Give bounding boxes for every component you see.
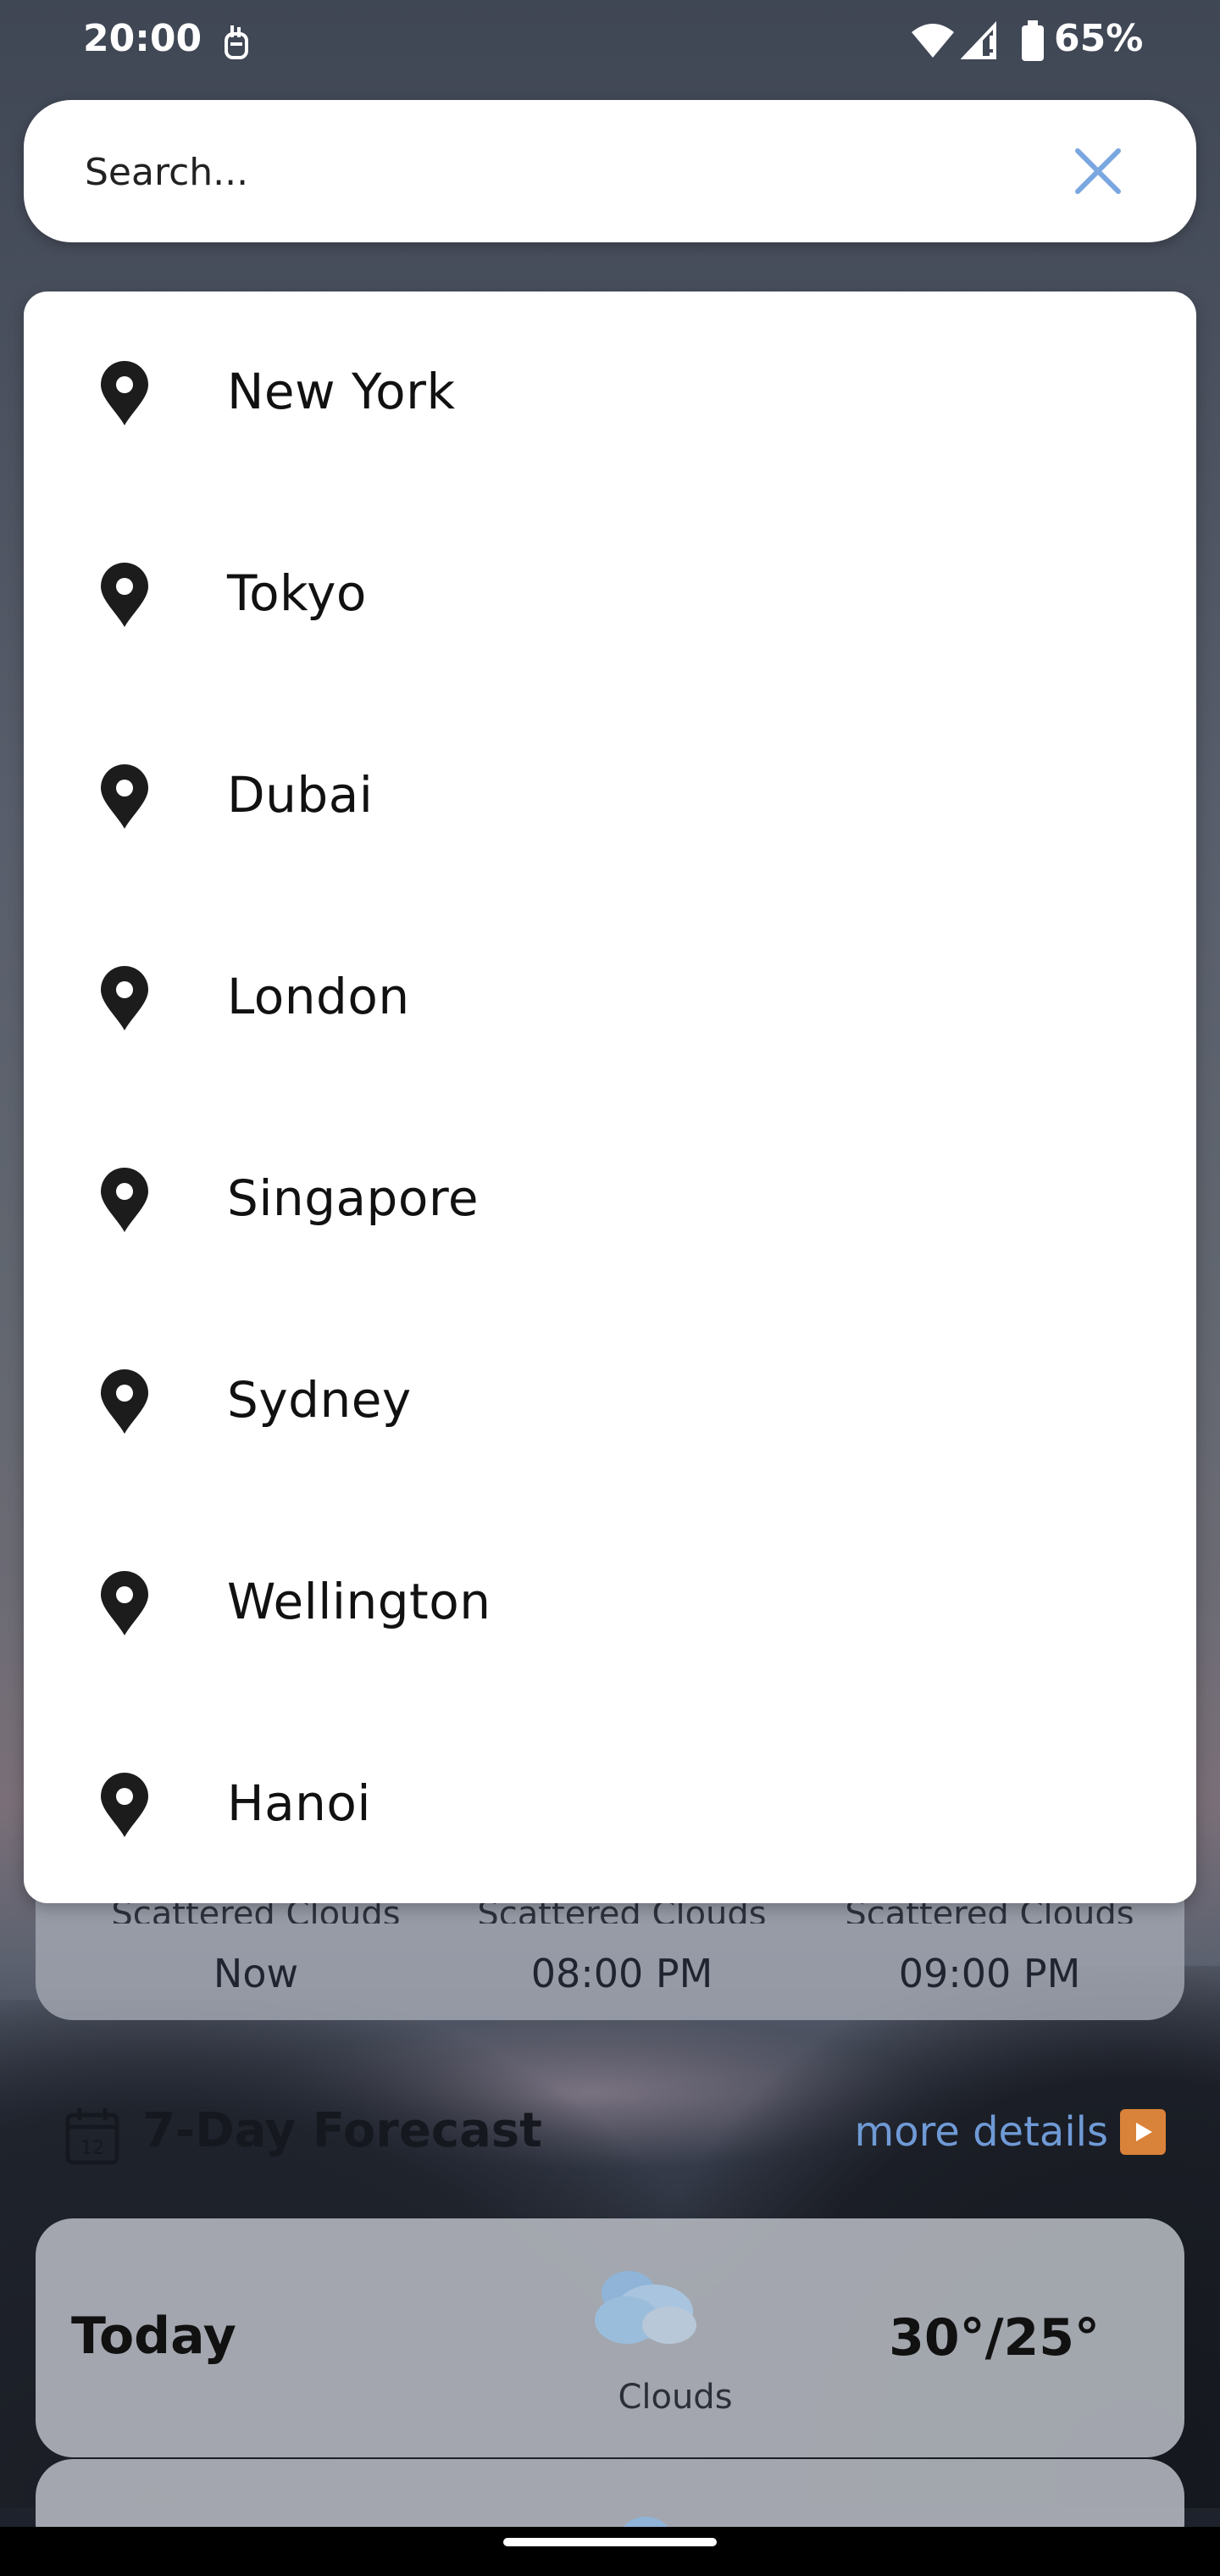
navigation-bar (0, 2527, 1220, 2576)
calendar-icon: 12 (64, 2107, 120, 2169)
location-pin-icon (98, 1166, 151, 1237)
suggestion-label: Hanoi (227, 1774, 372, 1832)
location-pin-icon (98, 1569, 151, 1641)
location-pin-icon (98, 964, 151, 1035)
battery-icon (1020, 19, 1045, 72)
location-pin-icon (98, 359, 151, 430)
signal-icon (960, 20, 1000, 69)
hand-icon (222, 22, 251, 70)
home-gesture-handle[interactable] (503, 2538, 717, 2546)
suggestion-london[interactable]: London (24, 897, 1196, 1098)
search-input[interactable] (83, 134, 1018, 210)
suggestion-label: Sydney (227, 1371, 412, 1429)
more-details-label: more details (854, 2108, 1108, 2156)
suggestion-tokyo[interactable]: Tokyo (24, 493, 1196, 695)
suggestion-new-york[interactable]: New York (24, 291, 1196, 493)
hourly-time: 08:00 PM (530, 1951, 713, 1996)
search-bar (24, 100, 1196, 242)
clear-search-button[interactable] (1066, 139, 1130, 203)
suggestion-sydney[interactable]: Sydney (24, 1300, 1196, 1502)
svg-text:12: 12 (80, 2138, 104, 2159)
clouds-icon (586, 2259, 705, 2356)
wifi-icon (910, 22, 956, 69)
more-details-link[interactable]: more details (854, 2108, 1166, 2156)
status-bar: 20:00 65% (0, 0, 1220, 85)
suggestion-label: Wellington (227, 1573, 491, 1630)
location-pin-icon (98, 1771, 151, 1842)
suggestion-label: Dubai (227, 766, 374, 824)
suggestion-hanoi[interactable]: Hanoi (24, 1703, 1196, 1903)
suggestion-label: London (227, 968, 410, 1025)
location-pin-icon (98, 561, 151, 632)
suggestion-dubai[interactable]: Dubai (24, 695, 1196, 897)
suggestion-label: New York (227, 363, 456, 420)
forecast-header: 12 7-Day Forecast more details (64, 2100, 1166, 2168)
suggestion-wellington[interactable]: Wellington (24, 1502, 1196, 1703)
forecast-temp: 30°/25° (889, 2308, 1100, 2368)
forecast-row-today[interactable]: Today Clouds 30°/25° (36, 2218, 1184, 2457)
forecast-title: 7-Day Forecast (142, 2103, 542, 2158)
forecast-condition: Clouds (618, 2378, 733, 2417)
close-icon (1075, 148, 1121, 194)
location-pin-icon (98, 763, 151, 834)
status-time: 20:00 (83, 17, 202, 60)
forecast-day: Today (71, 2307, 236, 2366)
city-suggestions-list: New York Tokyo Dubai London Singapore Sy… (24, 291, 1196, 1903)
suggestion-singapore[interactable]: Singapore (24, 1098, 1196, 1300)
suggestion-label: Singapore (227, 1169, 480, 1227)
play-icon (1120, 2109, 1166, 2155)
location-pin-icon (98, 1368, 151, 1439)
suggestion-label: Tokyo (227, 564, 367, 622)
battery-percent: 65% (1054, 17, 1144, 60)
hourly-time: 09:00 PM (898, 1951, 1081, 1996)
hourly-time: Now (213, 1951, 299, 1996)
